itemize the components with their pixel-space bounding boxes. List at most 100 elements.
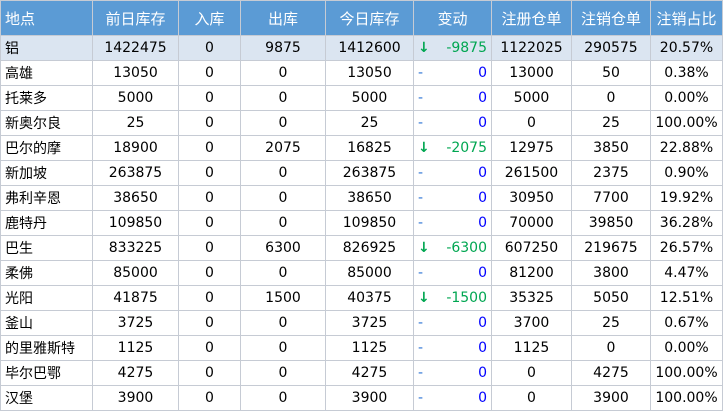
- cell-prev-stock: 3900: [92, 385, 179, 411]
- cell-out: 0: [240, 110, 326, 136]
- cell-cancelled: 7700: [571, 185, 651, 211]
- cell-change: -0: [413, 335, 492, 361]
- arrow-down-icon: ↓: [418, 140, 430, 156]
- dash-icon: -: [418, 215, 424, 231]
- dash-icon: -: [418, 90, 424, 106]
- cell-today-stock: 1125: [325, 335, 414, 361]
- col-header-prev-stock: 前日库存: [92, 0, 179, 36]
- table-row: 的里雅斯特 1125 0 0 1125-0 1125 0 0.00%: [0, 335, 723, 361]
- cell-location: 光阳: [0, 285, 93, 311]
- inventory-table: 地点 前日库存 入库 出库 今日库存 变动 注册仓单 注销仓单 注销占比 铝 14…: [0, 0, 723, 411]
- cell-registered: 0: [491, 110, 572, 136]
- cell-cancelled: 4275: [571, 360, 651, 386]
- cell-in: 0: [178, 360, 241, 386]
- cell-in: 0: [178, 210, 241, 236]
- col-header-today-stock: 今日库存: [325, 0, 414, 36]
- cell-prev-stock: 109850: [92, 210, 179, 236]
- table-row: 毕尔巴鄂 4275 0 0 4275-0 0 4275 100.00%: [0, 360, 723, 386]
- cell-cancel-ratio: 20.57%: [650, 35, 723, 61]
- col-header-cancel-ratio: 注销占比: [650, 0, 723, 36]
- change-value: 0: [478, 340, 487, 356]
- cell-change: -0: [413, 85, 492, 111]
- table-row: 巴尔的摩 18900 0 2075 16825 ↓ -2075 12975 3850 22.88%: [0, 135, 723, 161]
- cell-location: 汉堡: [0, 385, 93, 411]
- cell-prev-stock: 25: [92, 110, 179, 136]
- cell-cancelled: 0: [571, 335, 651, 361]
- cell-registered: 1122025: [491, 35, 572, 61]
- cell-location: 铝: [0, 35, 93, 61]
- change-value: 0: [478, 90, 487, 106]
- table-row: 釜山 3725 0 0 3725-0 3700 25 0.67%: [0, 310, 723, 336]
- cell-cancel-ratio: 0.00%: [650, 335, 723, 361]
- cell-cancel-ratio: 0.67%: [650, 310, 723, 336]
- dash-icon: -: [418, 265, 424, 281]
- cell-cancel-ratio: 26.57%: [650, 235, 723, 261]
- cell-registered: 5000: [491, 85, 572, 111]
- cell-registered: 35325: [491, 285, 572, 311]
- cell-cancel-ratio: 0.00%: [650, 85, 723, 111]
- cell-cancelled: 25: [571, 310, 651, 336]
- cell-cancelled: 290575: [571, 35, 651, 61]
- cell-change: ↓ -2075: [413, 135, 492, 161]
- cell-today-stock: 3900: [325, 385, 414, 411]
- cell-today-stock: 25: [325, 110, 414, 136]
- cell-registered: 607250: [491, 235, 572, 261]
- cell-in: 0: [178, 85, 241, 111]
- dash-icon: -: [418, 315, 424, 331]
- table-row: 高雄 13050 0 0 13050-0 13000 50 0.38%: [0, 60, 723, 86]
- header-row: 地点 前日库存 入库 出库 今日库存 变动 注册仓单 注销仓单 注销占比: [0, 0, 723, 36]
- cell-location: 高雄: [0, 60, 93, 86]
- cell-registered: 261500: [491, 160, 572, 186]
- cell-in: 0: [178, 260, 241, 286]
- cell-change: -0: [413, 310, 492, 336]
- cell-cancel-ratio: 36.28%: [650, 210, 723, 236]
- cell-registered: 1125: [491, 335, 572, 361]
- cell-change: -0: [413, 260, 492, 286]
- cell-today-stock: 826925: [325, 235, 414, 261]
- cell-today-stock: 1412600: [325, 35, 414, 61]
- cell-registered: 0: [491, 385, 572, 411]
- cell-registered: 3700: [491, 310, 572, 336]
- cell-in: 0: [178, 110, 241, 136]
- cell-today-stock: 109850: [325, 210, 414, 236]
- arrow-down-icon: ↓: [418, 40, 430, 56]
- table-row-total: 铝 1422475 0 9875 1412600 ↓ -9875 1122025 290575 2…: [0, 35, 723, 61]
- change-value: -1500: [446, 290, 487, 306]
- table-row: 新加坡 263875 0 0 263875-0 261500 2375 0.90%: [0, 160, 723, 186]
- change-value: 0: [478, 265, 487, 281]
- cell-prev-stock: 1125: [92, 335, 179, 361]
- cell-cancel-ratio: 22.88%: [650, 135, 723, 161]
- cell-cancel-ratio: 0.90%: [650, 160, 723, 186]
- cell-prev-stock: 3725: [92, 310, 179, 336]
- cell-cancelled: 0: [571, 85, 651, 111]
- cell-cancel-ratio: 100.00%: [650, 385, 723, 411]
- cell-registered: 13000: [491, 60, 572, 86]
- cell-location: 弗利辛恩: [0, 185, 93, 211]
- cell-prev-stock: 4275: [92, 360, 179, 386]
- table-row: 柔佛 85000 0 0 85000-0 81200 3800 4.47%: [0, 260, 723, 286]
- cell-in: 0: [178, 335, 241, 361]
- cell-cancelled: 3800: [571, 260, 651, 286]
- cell-out: 0: [240, 160, 326, 186]
- table-row: 鹿特丹 109850 0 0 109850-0 70000 39850 36.28%: [0, 210, 723, 236]
- cell-today-stock: 3725: [325, 310, 414, 336]
- cell-prev-stock: 13050: [92, 60, 179, 86]
- cell-today-stock: 16825: [325, 135, 414, 161]
- cell-change: -0: [413, 60, 492, 86]
- cell-today-stock: 263875: [325, 160, 414, 186]
- cell-change: -0: [413, 360, 492, 386]
- col-header-cancelled: 注销仓单: [571, 0, 651, 36]
- cell-change: -0: [413, 185, 492, 211]
- cell-out: 0: [240, 260, 326, 286]
- cell-registered: 70000: [491, 210, 572, 236]
- change-value: 0: [478, 65, 487, 81]
- table-row: 光阳 41875 0 1500 40375 ↓ -1500 35325 5050 12.51%: [0, 285, 723, 311]
- dash-icon: -: [418, 115, 424, 131]
- table-row: 新奥尔良 25 0 0 25-0 0 25 100.00%: [0, 110, 723, 136]
- cell-location: 釜山: [0, 310, 93, 336]
- cell-location: 巴尔的摩: [0, 135, 93, 161]
- cell-prev-stock: 263875: [92, 160, 179, 186]
- table-row: 巴生 833225 0 6300 826925 ↓ -6300 607250 219675 26.…: [0, 235, 723, 261]
- cell-in: 0: [178, 185, 241, 211]
- cell-registered: 12975: [491, 135, 572, 161]
